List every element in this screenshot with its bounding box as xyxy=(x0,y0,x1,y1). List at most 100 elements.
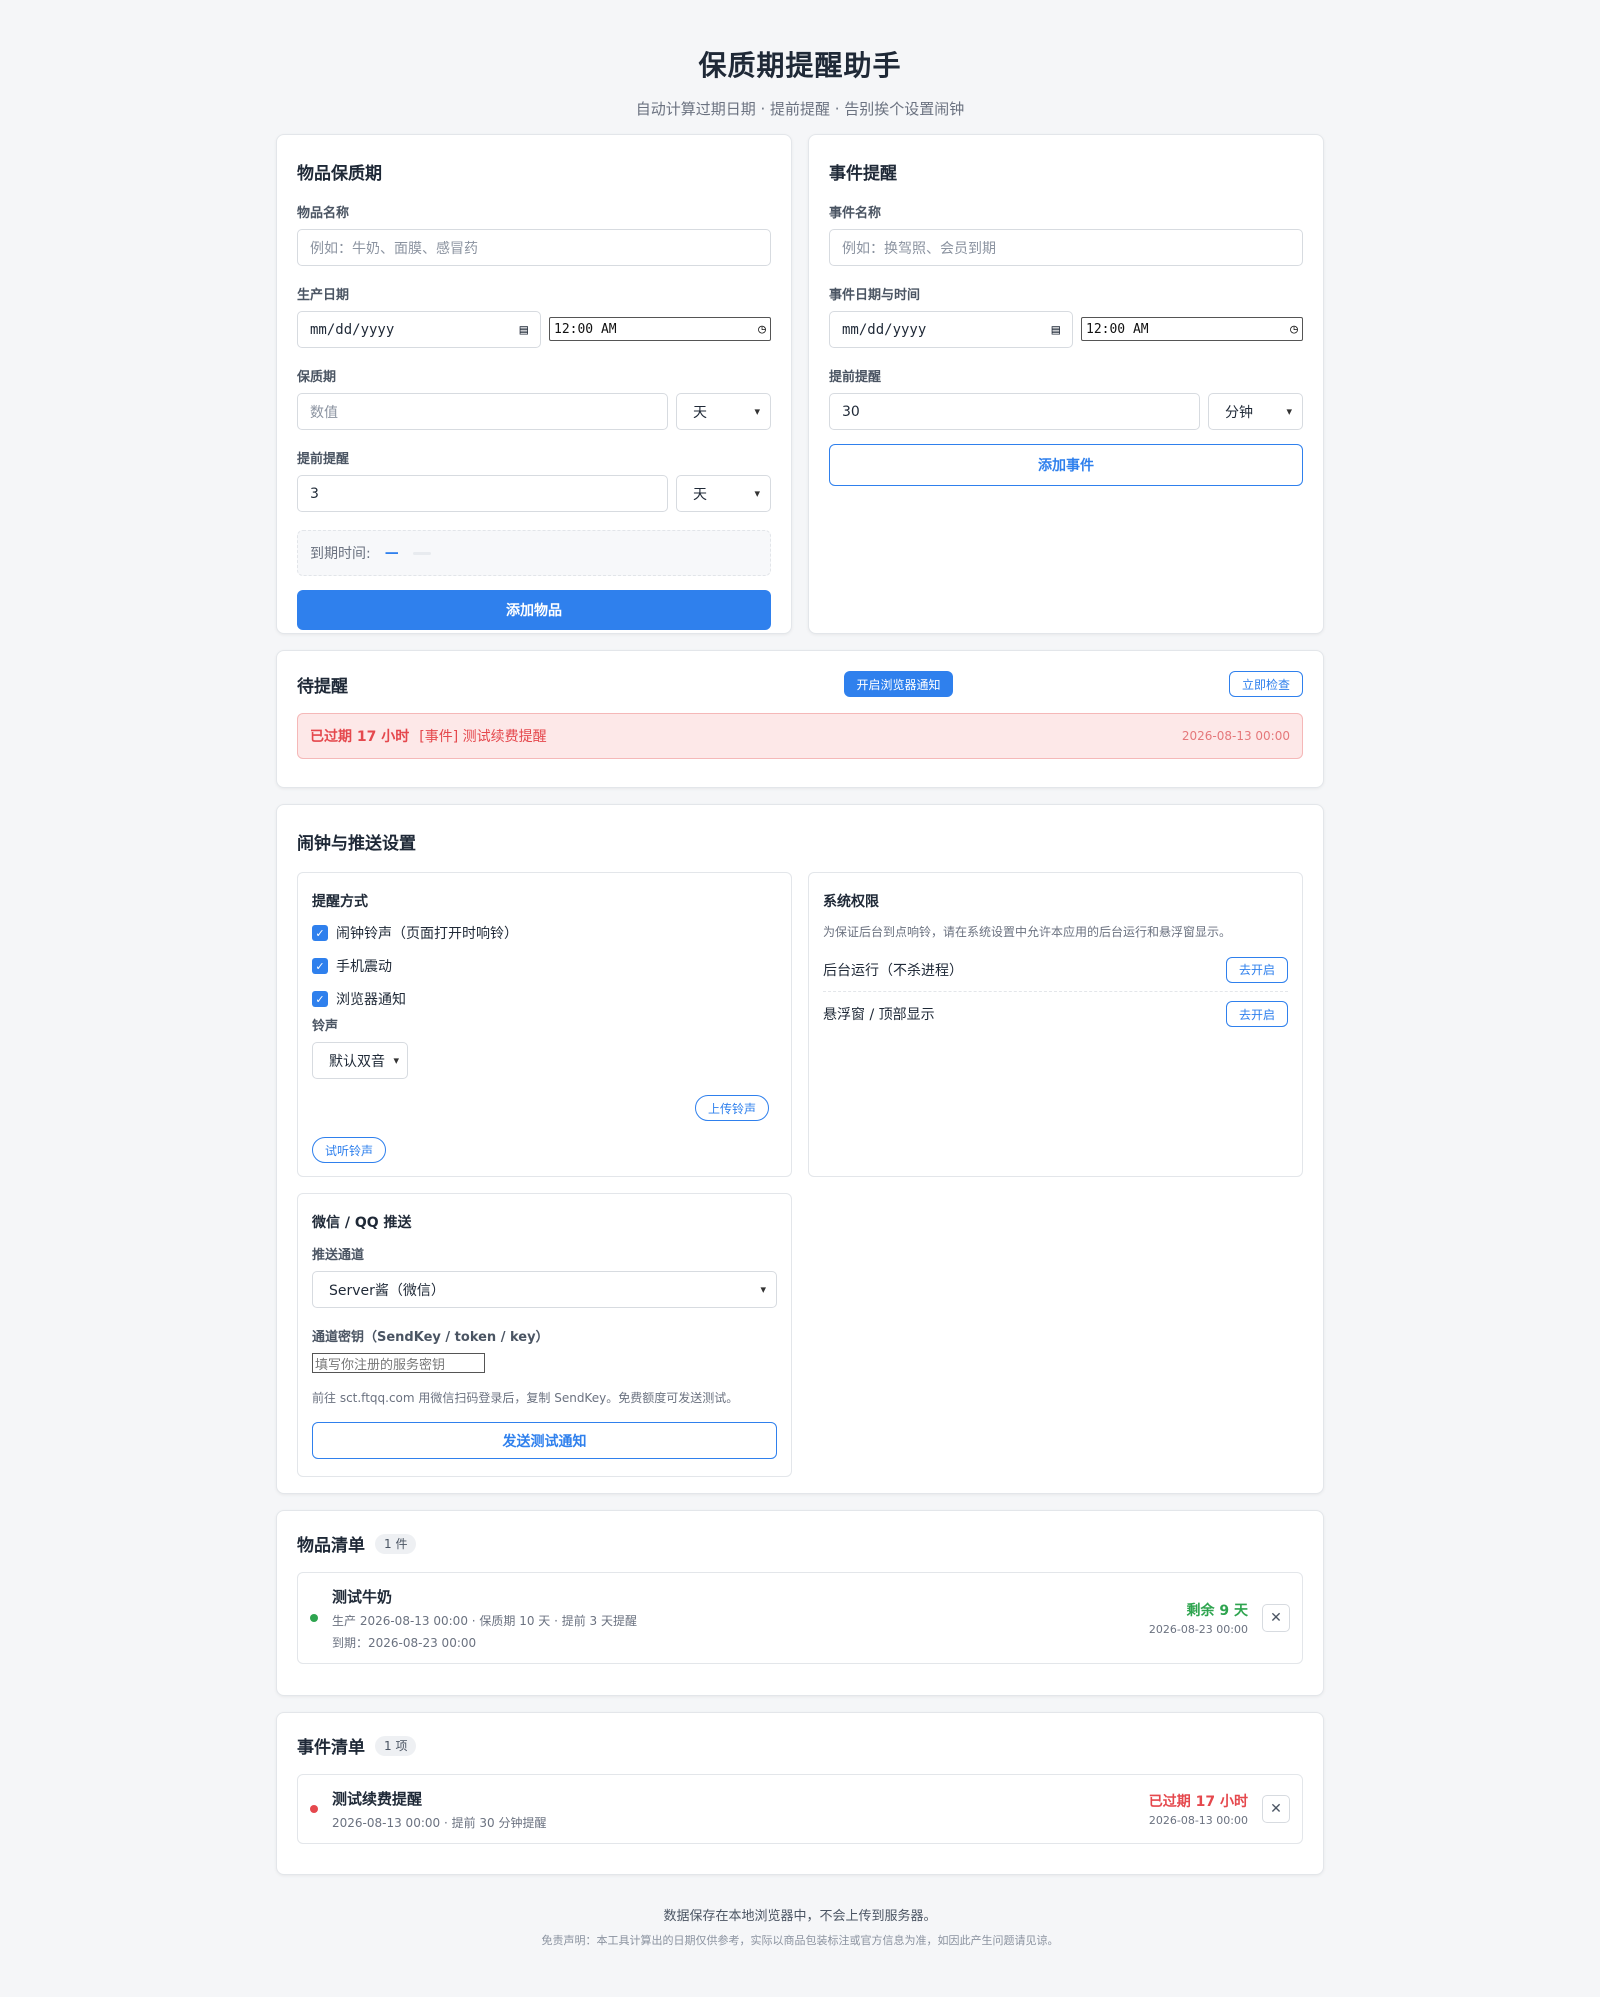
event-meta: 2026-08-13 00:00 · 提前 30 分钟提醒 xyxy=(332,1815,547,1830)
alarm-sound-label: 闹钟铃声（页面打开时响铃） xyxy=(336,926,518,942)
item-date: 2026-08-23 00:00 xyxy=(1148,1623,1248,1636)
footer-storage-note: 数据保存在本地浏览器中，不会上传到服务器。 xyxy=(663,1909,937,1924)
item-name: 测试牛奶 xyxy=(332,1587,393,1606)
enable-background-button[interactable]: 去开启 xyxy=(1225,956,1288,983)
pending-title: 待提醒 xyxy=(297,676,348,697)
alert-status: 已过期 17 小时 xyxy=(310,729,410,745)
checkbox-checked-icon[interactable]: ✓ xyxy=(312,958,328,974)
event-date-value: mm/dd/yyyy xyxy=(842,321,927,338)
vibrate-label: 手机震动 xyxy=(336,959,392,975)
event-datetime-label: 事件日期与时间 xyxy=(829,288,921,303)
chevron-down-icon: ▾ xyxy=(754,487,760,500)
event-date: 2026-08-13 00:00 xyxy=(1148,1814,1248,1827)
browser-notify-option[interactable]: ✓ 浏览器通知 xyxy=(312,989,777,1009)
background-run-label: 后台运行（不杀进程） xyxy=(823,962,963,979)
item-form-card: 物品保质期 物品名称 例如：牛奶、面膜、感冒药 生产日期 mm/dd/yyyy … xyxy=(276,134,792,634)
overlay-row: 悬浮窗 / 顶部显示 去开启 xyxy=(823,992,1288,1036)
alarm-sound-option[interactable]: ✓ 闹钟铃声（页面打开时响铃） xyxy=(312,923,777,943)
push-channel-select[interactable]: Server酱（微信） ▾ xyxy=(312,1271,777,1308)
calendar-icon[interactable]: ▤ xyxy=(520,322,528,338)
ringtone-label: 铃声 xyxy=(312,1019,339,1034)
settings-title: 闹钟与推送设置 xyxy=(297,834,416,854)
event-name-label: 事件名称 xyxy=(829,206,882,221)
checkbox-checked-icon[interactable]: ✓ xyxy=(312,925,328,941)
event-advance-label: 提前提醒 xyxy=(829,370,882,385)
event-time-input[interactable]: 12:00 AM ◷ xyxy=(1081,317,1303,341)
event-form-title: 事件提醒 xyxy=(829,164,897,184)
overlay-label: 悬浮窗 / 顶部显示 xyxy=(823,1007,935,1023)
expire-value: — xyxy=(384,545,399,561)
items-count-badge: 1 件 xyxy=(375,1533,417,1554)
push-panel: 微信 / QQ 推送 推送通道 Server酱（微信） ▾ 通道密钥（SendK… xyxy=(297,1193,792,1477)
status-dot xyxy=(310,1805,318,1813)
production-time-input[interactable]: 12:00 AM ◷ xyxy=(549,317,771,341)
alert-time: 2026-08-13 00:00 xyxy=(1181,729,1290,743)
shelf-life-unit-select[interactable]: 天 ▾ xyxy=(676,393,771,430)
event-form-card: 事件提醒 事件名称 例如：换驾照、会员到期 事件日期与时间 mm/dd/yyyy… xyxy=(808,134,1324,634)
chevron-down-icon: ▾ xyxy=(1286,405,1292,418)
event-name-input[interactable]: 例如：换驾照、会员到期 xyxy=(829,229,1303,266)
ringtone-value: 默认双音 xyxy=(329,1053,385,1070)
push-channel-label: 推送通道 xyxy=(312,1248,365,1263)
item-advance-unit-value: 天 xyxy=(693,486,707,503)
calendar-icon[interactable]: ▤ xyxy=(1052,322,1060,338)
event-date-input[interactable]: mm/dd/yyyy ▤ xyxy=(829,311,1073,348)
clock-icon[interactable]: ◷ xyxy=(758,322,766,337)
ringtone-select[interactable]: 默认双音 ▾ xyxy=(312,1042,408,1079)
send-test-button[interactable]: 发送测试通知 xyxy=(312,1422,777,1459)
item-status: 剩余 9 天 xyxy=(1186,1603,1249,1619)
item-advance-label: 提前提醒 xyxy=(297,452,350,467)
delete-item-button[interactable]: ✕ xyxy=(1262,1604,1290,1632)
push-channel-value: Server酱（微信） xyxy=(329,1282,445,1299)
upload-ringtone-button[interactable]: 上传铃声 xyxy=(694,1095,769,1121)
delete-event-button[interactable]: ✕ xyxy=(1262,1795,1290,1823)
item-name-input[interactable]: 例如：牛奶、面膜、感冒药 xyxy=(297,229,771,266)
expire-label: 到期时间: xyxy=(310,546,371,562)
event-advance-input[interactable]: 30 xyxy=(829,393,1200,430)
production-date-input[interactable]: mm/dd/yyyy ▤ xyxy=(297,311,541,348)
production-time-value: 12:00 AM xyxy=(554,321,617,337)
page-header: 保质期提醒助手 自动计算过期日期 · 提前提醒 · 告别挨个设置闹钟 xyxy=(0,0,1600,119)
push-key-input[interactable]: 填写你注册的服务密钥 xyxy=(312,1353,485,1373)
reminder-method-panel: 提醒方式 ✓ 闹钟铃声（页面打开时响铃） ✓ 手机震动 ✓ 浏览器通知 铃声 默… xyxy=(297,872,792,1177)
check-now-button[interactable]: 立即检查 xyxy=(1228,671,1303,697)
close-icon: ✕ xyxy=(1270,1801,1282,1817)
page-footer: 数据保存在本地浏览器中，不会上传到服务器。 免责声明：本工具计算出的日期仅供参考… xyxy=(276,1905,1324,1948)
clock-icon[interactable]: ◷ xyxy=(1290,322,1298,337)
preview-ringtone-button[interactable]: 试听铃声 xyxy=(312,1137,387,1163)
page-subtitle: 自动计算过期日期 · 提前提醒 · 告别挨个设置闹钟 xyxy=(635,100,965,118)
events-count-badge: 1 项 xyxy=(375,1735,417,1756)
shelf-life-input[interactable]: 数值 xyxy=(297,393,668,430)
expire-preview: 到期时间: — xyxy=(297,530,771,576)
main-container: 物品保质期 物品名称 例如：牛奶、面膜、感冒药 生产日期 mm/dd/yyyy … xyxy=(276,134,1324,1948)
permissions-note: 为保证后台到点响铃，请在系统设置中允许本应用的后台运行和悬浮窗显示。 xyxy=(823,925,1232,939)
vibrate-option[interactable]: ✓ 手机震动 xyxy=(312,956,777,976)
event-time-value: 12:00 AM xyxy=(1086,321,1149,337)
items-list-card: 物品清单 1 件 测试牛奶 生产 2026-08-13 00:00 · 保质期 … xyxy=(276,1510,1324,1696)
permissions-panel: 系统权限 为保证后台到点响铃，请在系统设置中允许本应用的后台运行和悬浮窗显示。 … xyxy=(808,872,1303,1177)
chevron-down-icon: ▾ xyxy=(754,405,760,418)
shelf-life-label: 保质期 xyxy=(297,370,337,385)
event-status: 已过期 17 小时 xyxy=(1148,1794,1248,1810)
chevron-down-icon: ▾ xyxy=(760,1283,766,1296)
pending-card: 待提醒 开启浏览器通知 立即检查 已过期 17 小时 [事件] 测试续费提醒 2… xyxy=(276,650,1324,788)
production-date-value: mm/dd/yyyy xyxy=(310,321,395,338)
reminder-method-title: 提醒方式 xyxy=(312,894,368,910)
push-hint: 前往 sct.ftqq.com 用微信扫码登录后，复制 SendKey。免费额度… xyxy=(312,1391,739,1405)
close-icon: ✕ xyxy=(1270,1610,1282,1626)
list-item: 测试牛奶 生产 2026-08-13 00:00 · 保质期 10 天 · 提前… xyxy=(297,1572,1303,1664)
item-advance-input[interactable]: 3 xyxy=(297,475,668,512)
enable-notification-button[interactable]: 开启浏览器通知 xyxy=(844,671,953,697)
enable-overlay-button[interactable]: 去开启 xyxy=(1225,1001,1288,1027)
add-item-button[interactable]: 添加物品 xyxy=(297,590,771,630)
forms-row: 物品保质期 物品名称 例如：牛奶、面膜、感冒药 生产日期 mm/dd/yyyy … xyxy=(276,134,1324,634)
events-list-title: 事件清单 xyxy=(297,1738,365,1758)
background-run-row: 后台运行（不杀进程） 去开启 xyxy=(823,948,1288,992)
item-meta: 生产 2026-08-13 00:00 · 保质期 10 天 · 提前 3 天提… xyxy=(332,1613,637,1628)
item-advance-unit-select[interactable]: 天 ▾ xyxy=(676,475,771,512)
add-event-button[interactable]: 添加事件 xyxy=(829,444,1303,486)
alert-text: [事件] 测试续费提醒 xyxy=(419,729,547,745)
checkbox-checked-icon[interactable]: ✓ xyxy=(312,991,328,1007)
event-advance-unit-select[interactable]: 分钟 ▾ xyxy=(1208,393,1303,430)
browser-notify-label: 浏览器通知 xyxy=(336,992,406,1008)
